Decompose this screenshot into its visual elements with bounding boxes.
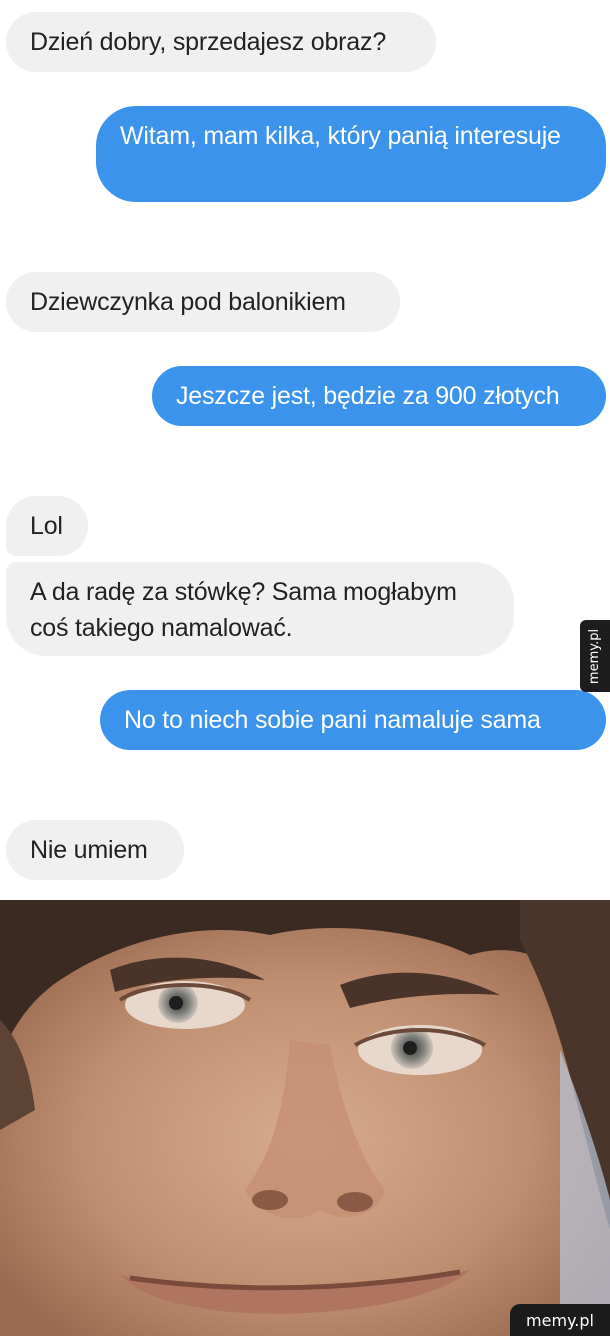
corner-watermark-label: memy.pl	[526, 1310, 594, 1330]
message-outgoing: Witam, mam kilka, który panią interesuje	[96, 106, 606, 202]
message-incoming: Lol	[6, 496, 88, 556]
side-watermark: memy.pl	[580, 620, 610, 692]
message-incoming: Dzień dobry, sprzedajesz obraz?	[6, 12, 436, 72]
reaction-photo: memy.pl	[0, 900, 610, 1336]
message-incoming: A da radę za stówkę? Sama mogłabym coś t…	[6, 562, 514, 656]
message-incoming: Dziewczynka pod balonikiem	[6, 272, 400, 332]
chat-thread: Dzień dobry, sprzedajesz obraz? Witam, m…	[0, 0, 610, 900]
message-outgoing: Jeszcze jest, będzie za 900 złotych	[152, 366, 606, 426]
side-watermark-label: memy.pl	[587, 628, 603, 684]
corner-watermark: memy.pl	[510, 1304, 610, 1336]
message-incoming: Nie umiem	[6, 820, 184, 880]
message-outgoing: No to niech sobie pani namaluje sama	[100, 690, 606, 750]
face-closeup-photo	[0, 900, 610, 1336]
